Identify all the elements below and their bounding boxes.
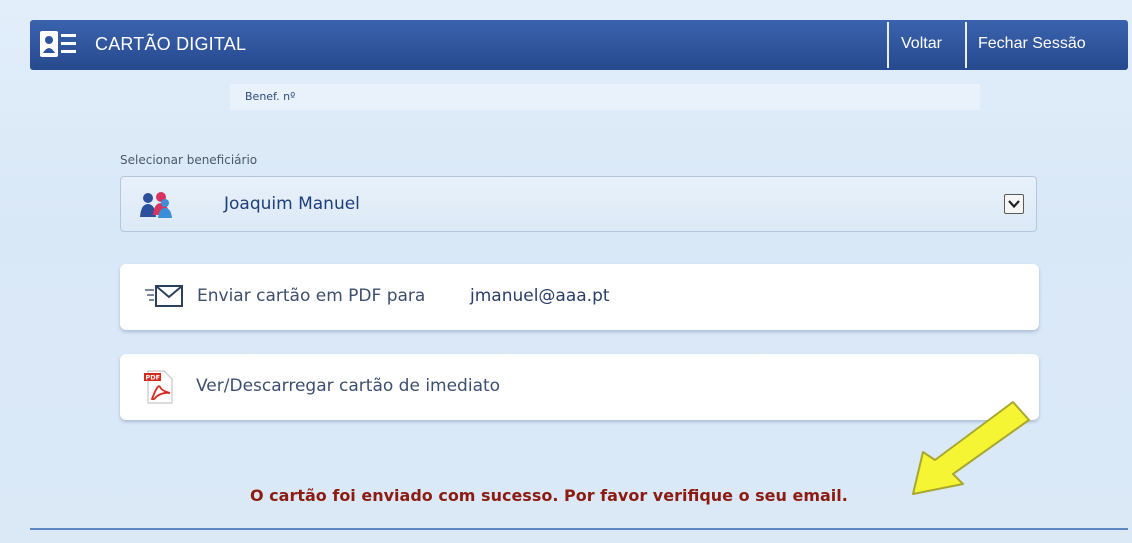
app-header: CARTÃO DIGITAL Voltar Fechar Sessão bbox=[30, 20, 1128, 70]
beneficiary-number-label: Benef. nº bbox=[245, 90, 296, 103]
header-divider bbox=[887, 22, 889, 68]
chevron-down-icon[interactable] bbox=[1004, 194, 1024, 214]
beneficiary-number-strip bbox=[230, 84, 980, 110]
send-pdf-button[interactable]: Enviar cartão em PDF para jmanuel@aaa.pt bbox=[120, 264, 1039, 330]
page-title: CARTÃO DIGITAL bbox=[95, 34, 247, 54]
send-pdf-label: Enviar cartão em PDF para bbox=[197, 286, 426, 306]
svg-text:PDF: PDF bbox=[146, 374, 161, 382]
beneficiary-select-label: Selecionar beneficiário bbox=[120, 153, 258, 167]
footer-divider bbox=[30, 528, 1128, 530]
pdf-icon: PDF bbox=[144, 369, 174, 409]
logout-button[interactable]: Fechar Sessão bbox=[978, 35, 1086, 53]
download-card-label: Ver/Descarregar cartão de imediato bbox=[196, 376, 501, 396]
success-message: O cartão foi enviado com sucesso. Por fa… bbox=[250, 486, 848, 505]
download-card-button[interactable]: PDF Ver/Descarregar cartão de imediato bbox=[120, 354, 1039, 420]
selected-beneficiary: Joaquim Manuel bbox=[224, 194, 360, 214]
page-frame: CARTÃO DIGITAL Voltar Fechar Sessão Bene… bbox=[0, 0, 1132, 543]
beneficiary-select[interactable]: Joaquim Manuel bbox=[120, 176, 1037, 232]
back-button[interactable]: Voltar bbox=[901, 35, 942, 53]
users-icon bbox=[139, 191, 175, 219]
header-divider bbox=[965, 22, 967, 68]
envelope-icon bbox=[145, 284, 183, 312]
id-card-icon bbox=[40, 31, 76, 57]
send-pdf-email: jmanuel@aaa.pt bbox=[470, 286, 610, 306]
arrow-icon bbox=[912, 401, 1030, 495]
